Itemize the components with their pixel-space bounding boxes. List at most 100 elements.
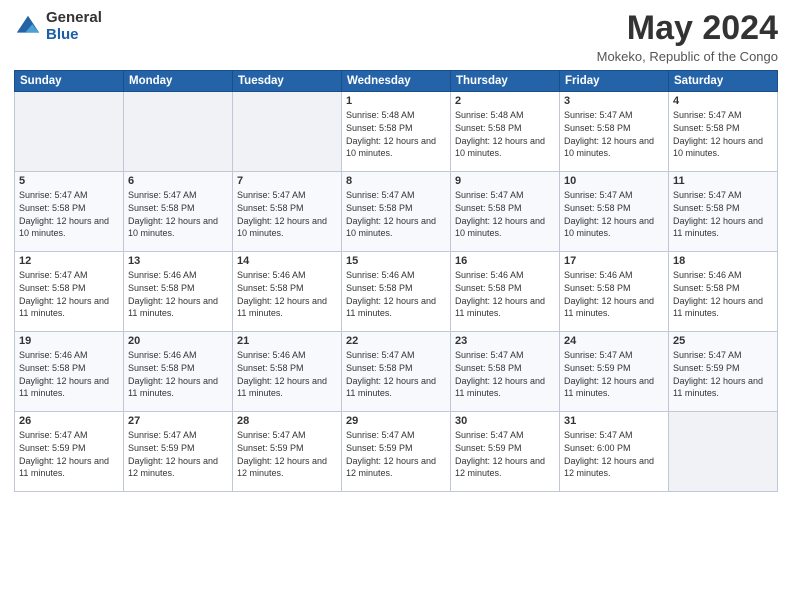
day-info: Sunrise: 5:46 AMSunset: 5:58 PMDaylight:… [564, 269, 664, 319]
week-row-4: 19 Sunrise: 5:46 AMSunset: 5:58 PMDayligh… [15, 332, 778, 412]
day-cell: 11 Sunrise: 5:47 AMSunset: 5:58 PMDayligh… [669, 172, 778, 252]
day-cell: 6 Sunrise: 5:47 AMSunset: 5:58 PMDaylight… [124, 172, 233, 252]
day-info: Sunrise: 5:47 AMSunset: 5:58 PMDaylight:… [237, 189, 337, 239]
header: General Blue May 2024 Mokeko, Republic o… [14, 10, 778, 64]
day-number: 22 [346, 335, 446, 347]
day-cell: 22 Sunrise: 5:47 AMSunset: 5:58 PMDayligh… [342, 332, 451, 412]
day-cell: 23 Sunrise: 5:47 AMSunset: 5:58 PMDayligh… [451, 332, 560, 412]
day-cell: 29Sunrise: 5:47 AMSunset: 5:59 PMDayligh… [342, 412, 451, 492]
weekday-header-tuesday: Tuesday [233, 71, 342, 92]
week-row-3: 12Sunrise: 5:47 AMSunset: 5:58 PMDayligh… [15, 252, 778, 332]
day-number: 13 [128, 255, 228, 267]
day-info: Sunrise: 5:46 AMSunset: 5:58 PMDaylight:… [237, 349, 337, 399]
day-number: 11 [673, 175, 773, 187]
day-cell: 9 Sunrise: 5:47 AMSunset: 5:58 PMDaylight… [451, 172, 560, 252]
day-info: Sunrise: 5:47 AMSunset: 5:59 PMDaylight:… [237, 429, 337, 479]
day-info: Sunrise: 5:46 AMSunset: 5:58 PMDaylight:… [455, 269, 555, 319]
day-cell: 1 Sunrise: 5:48 AMSunset: 5:58 PMDaylight… [342, 92, 451, 172]
weekday-header-monday: Monday [124, 71, 233, 92]
day-number: 18 [673, 255, 773, 267]
day-number: 24 [564, 335, 664, 347]
day-info: Sunrise: 5:47 AMSunset: 5:58 PMDaylight:… [19, 189, 119, 239]
day-info: Sunrise: 5:46 AMSunset: 5:58 PMDaylight:… [237, 269, 337, 319]
day-number: 27 [128, 415, 228, 427]
day-number: 19 [19, 335, 119, 347]
day-info: Sunrise: 5:47 AMSunset: 5:58 PMDaylight:… [455, 189, 555, 239]
day-number: 6 [128, 175, 228, 187]
logo: General Blue [14, 10, 102, 43]
day-info: Sunrise: 5:46 AMSunset: 5:58 PMDaylight:… [128, 269, 228, 319]
day-info: Sunrise: 5:47 AMSunset: 5:59 PMDaylight:… [346, 429, 446, 479]
day-cell: 14 Sunrise: 5:46 AMSunset: 5:58 PMDayligh… [233, 252, 342, 332]
day-info: Sunrise: 5:47 AMSunset: 5:59 PMDaylight:… [128, 429, 228, 479]
day-cell: 3 Sunrise: 5:47 AMSunset: 5:58 PMDaylight… [560, 92, 669, 172]
logo-blue: Blue [46, 27, 102, 44]
day-number: 10 [564, 175, 664, 187]
day-cell: 5Sunrise: 5:47 AMSunset: 5:58 PMDaylight… [15, 172, 124, 252]
logo-text: General Blue [46, 10, 102, 43]
day-info: Sunrise: 5:46 AMSunset: 5:58 PMDaylight:… [673, 269, 773, 319]
day-cell: 18 Sunrise: 5:46 AMSunset: 5:58 PMDayligh… [669, 252, 778, 332]
day-info: Sunrise: 5:47 AMSunset: 6:00 PMDaylight:… [564, 429, 664, 479]
day-info: Sunrise: 5:48 AMSunset: 5:58 PMDaylight:… [346, 109, 446, 159]
day-cell: 31 Sunrise: 5:47 AMSunset: 6:00 PMDayligh… [560, 412, 669, 492]
day-info: Sunrise: 5:46 AMSunset: 5:58 PMDaylight:… [346, 269, 446, 319]
weekday-header-friday: Friday [560, 71, 669, 92]
day-number: 2 [455, 95, 555, 107]
day-info: Sunrise: 5:46 AMSunset: 5:58 PMDaylight:… [128, 349, 228, 399]
day-info: Sunrise: 5:47 AMSunset: 5:58 PMDaylight:… [564, 189, 664, 239]
day-number: 3 [564, 95, 664, 107]
week-row-2: 5Sunrise: 5:47 AMSunset: 5:58 PMDaylight… [15, 172, 778, 252]
logo-icon [14, 13, 42, 41]
day-number: 28 [237, 415, 337, 427]
day-info: Sunrise: 5:48 AMSunset: 5:58 PMDaylight:… [455, 109, 555, 159]
day-cell [233, 92, 342, 172]
day-info: Sunrise: 5:47 AMSunset: 5:59 PMDaylight:… [673, 349, 773, 399]
weekday-header-thursday: Thursday [451, 71, 560, 92]
day-info: Sunrise: 5:47 AMSunset: 5:58 PMDaylight:… [128, 189, 228, 239]
day-info: Sunrise: 5:47 AMSunset: 5:58 PMDaylight:… [673, 189, 773, 239]
day-info: Sunrise: 5:47 AMSunset: 5:58 PMDaylight:… [346, 349, 446, 399]
day-info: Sunrise: 5:47 AMSunset: 5:58 PMDaylight:… [564, 109, 664, 159]
day-cell: 10 Sunrise: 5:47 AMSunset: 5:58 PMDayligh… [560, 172, 669, 252]
month-title: May 2024 [597, 10, 778, 47]
day-cell: 12Sunrise: 5:47 AMSunset: 5:58 PMDayligh… [15, 252, 124, 332]
day-number: 23 [455, 335, 555, 347]
day-info: Sunrise: 5:47 AMSunset: 5:58 PMDaylight:… [346, 189, 446, 239]
day-number: 7 [237, 175, 337, 187]
day-info: Sunrise: 5:47 AMSunset: 5:59 PMDaylight:… [564, 349, 664, 399]
day-cell: 24 Sunrise: 5:47 AMSunset: 5:59 PMDayligh… [560, 332, 669, 412]
day-number: 31 [564, 415, 664, 427]
day-info: Sunrise: 5:47 AMSunset: 5:58 PMDaylight:… [673, 109, 773, 159]
day-info: Sunrise: 5:47 AMSunset: 5:58 PMDaylight:… [455, 349, 555, 399]
day-cell: 4Sunrise: 5:47 AMSunset: 5:58 PMDaylight… [669, 92, 778, 172]
day-number: 12 [19, 255, 119, 267]
day-cell: 15Sunrise: 5:46 AMSunset: 5:58 PMDayligh… [342, 252, 451, 332]
day-cell: 20Sunrise: 5:46 AMSunset: 5:58 PMDayligh… [124, 332, 233, 412]
day-cell [124, 92, 233, 172]
calendar: SundayMondayTuesdayWednesdayThursdayFrid… [14, 70, 778, 492]
day-number: 25 [673, 335, 773, 347]
day-number: 9 [455, 175, 555, 187]
day-info: Sunrise: 5:46 AMSunset: 5:58 PMDaylight:… [19, 349, 119, 399]
day-cell: 26Sunrise: 5:47 AMSunset: 5:59 PMDayligh… [15, 412, 124, 492]
page: General Blue May 2024 Mokeko, Republic o… [0, 0, 792, 612]
day-number: 21 [237, 335, 337, 347]
day-cell: 13 Sunrise: 5:46 AMSunset: 5:58 PMDayligh… [124, 252, 233, 332]
day-cell: 28 Sunrise: 5:47 AMSunset: 5:59 PMDayligh… [233, 412, 342, 492]
logo-general: General [46, 10, 102, 27]
day-cell: 25 Sunrise: 5:47 AMSunset: 5:59 PMDayligh… [669, 332, 778, 412]
week-row-5: 26Sunrise: 5:47 AMSunset: 5:59 PMDayligh… [15, 412, 778, 492]
day-number: 14 [237, 255, 337, 267]
weekday-header-saturday: Saturday [669, 71, 778, 92]
day-cell: 27 Sunrise: 5:47 AMSunset: 5:59 PMDayligh… [124, 412, 233, 492]
day-number: 16 [455, 255, 555, 267]
day-cell: 17Sunrise: 5:46 AMSunset: 5:58 PMDayligh… [560, 252, 669, 332]
day-info: Sunrise: 5:47 AMSunset: 5:59 PMDaylight:… [19, 429, 119, 479]
day-number: 30 [455, 415, 555, 427]
day-cell: 2 Sunrise: 5:48 AMSunset: 5:58 PMDaylight… [451, 92, 560, 172]
day-cell [669, 412, 778, 492]
day-cell [15, 92, 124, 172]
day-number: 1 [346, 95, 446, 107]
title-block: May 2024 Mokeko, Republic of the Congo [597, 10, 778, 64]
